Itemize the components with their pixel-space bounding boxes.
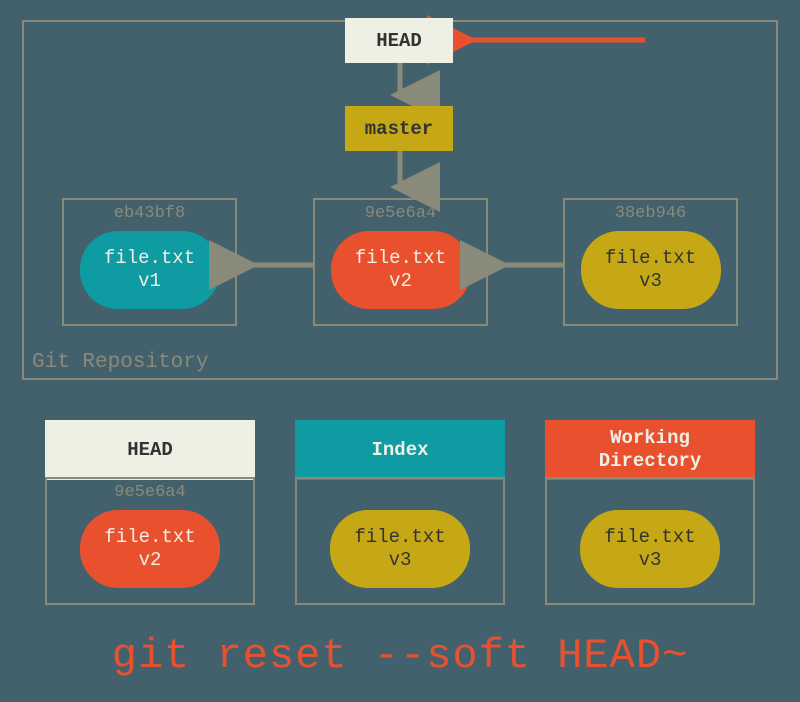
- commit-file-3: file.txt: [605, 247, 696, 270]
- commit-file-1: file.txt: [104, 247, 195, 270]
- head-area-hash: 9e5e6a4: [47, 479, 253, 502]
- wd-area-box: file.txt v3: [545, 477, 755, 605]
- index-area-box: file.txt v3: [295, 477, 505, 605]
- commit-file-pill-2: file.txt v2: [331, 231, 471, 309]
- wd-area-pill: file.txt v3: [580, 510, 720, 588]
- wd-area-file: file.txt: [604, 526, 695, 549]
- commit-version-1: v1: [138, 270, 161, 293]
- head-area-pill: file.txt v2: [80, 510, 220, 588]
- commit-hash-2: 9e5e6a4: [315, 200, 486, 223]
- commit-hash-3: 38eb946: [565, 200, 736, 223]
- head-area-label: HEAD: [127, 439, 173, 461]
- commit-file-pill-3: file.txt v3: [581, 231, 721, 309]
- index-area-file: file.txt: [354, 526, 445, 549]
- git-repository-label: Git Repository: [32, 351, 208, 374]
- wd-area-header: Working Directory: [545, 420, 755, 480]
- head-area-file: file.txt: [104, 526, 195, 549]
- master-branch-label: master: [365, 118, 433, 140]
- wd-area-label: Working Directory: [599, 427, 702, 473]
- index-area-version: v3: [389, 549, 412, 572]
- commit-box-1: eb43bf8 file.txt v1: [62, 198, 237, 326]
- head-area-box: 9e5e6a4 file.txt v2: [45, 477, 255, 605]
- commit-version-2: v2: [389, 270, 412, 293]
- head-ref-box: HEAD: [345, 18, 453, 63]
- master-branch-box: master: [345, 106, 453, 151]
- wd-area-spacer: [547, 479, 753, 502]
- commit2-to-commit1-arrow: [237, 255, 313, 275]
- head-area-header: HEAD: [45, 420, 255, 480]
- commit-box-2: 9e5e6a4 file.txt v2: [313, 198, 488, 326]
- commit-file-2: file.txt: [355, 247, 446, 270]
- commit3-to-commit2-arrow: [488, 255, 564, 275]
- git-command: git reset --soft HEAD~: [0, 632, 800, 680]
- head-area-version: v2: [139, 549, 162, 572]
- head-ref-label: HEAD: [376, 30, 422, 52]
- wd-area-version: v3: [639, 549, 662, 572]
- master-to-commit-arrow: [390, 151, 410, 199]
- commit-file-pill-1: file.txt v1: [80, 231, 220, 309]
- index-area-header: Index: [295, 420, 505, 480]
- index-area-label: Index: [371, 439, 428, 461]
- head-to-master-arrow: [390, 63, 410, 107]
- commit-version-3: v3: [639, 270, 662, 293]
- head-pointer-arrow: [455, 30, 655, 54]
- index-area-pill: file.txt v3: [330, 510, 470, 588]
- commit-hash-1: eb43bf8: [64, 200, 235, 223]
- commit-box-3: 38eb946 file.txt v3: [563, 198, 738, 326]
- index-area-spacer: [297, 479, 503, 502]
